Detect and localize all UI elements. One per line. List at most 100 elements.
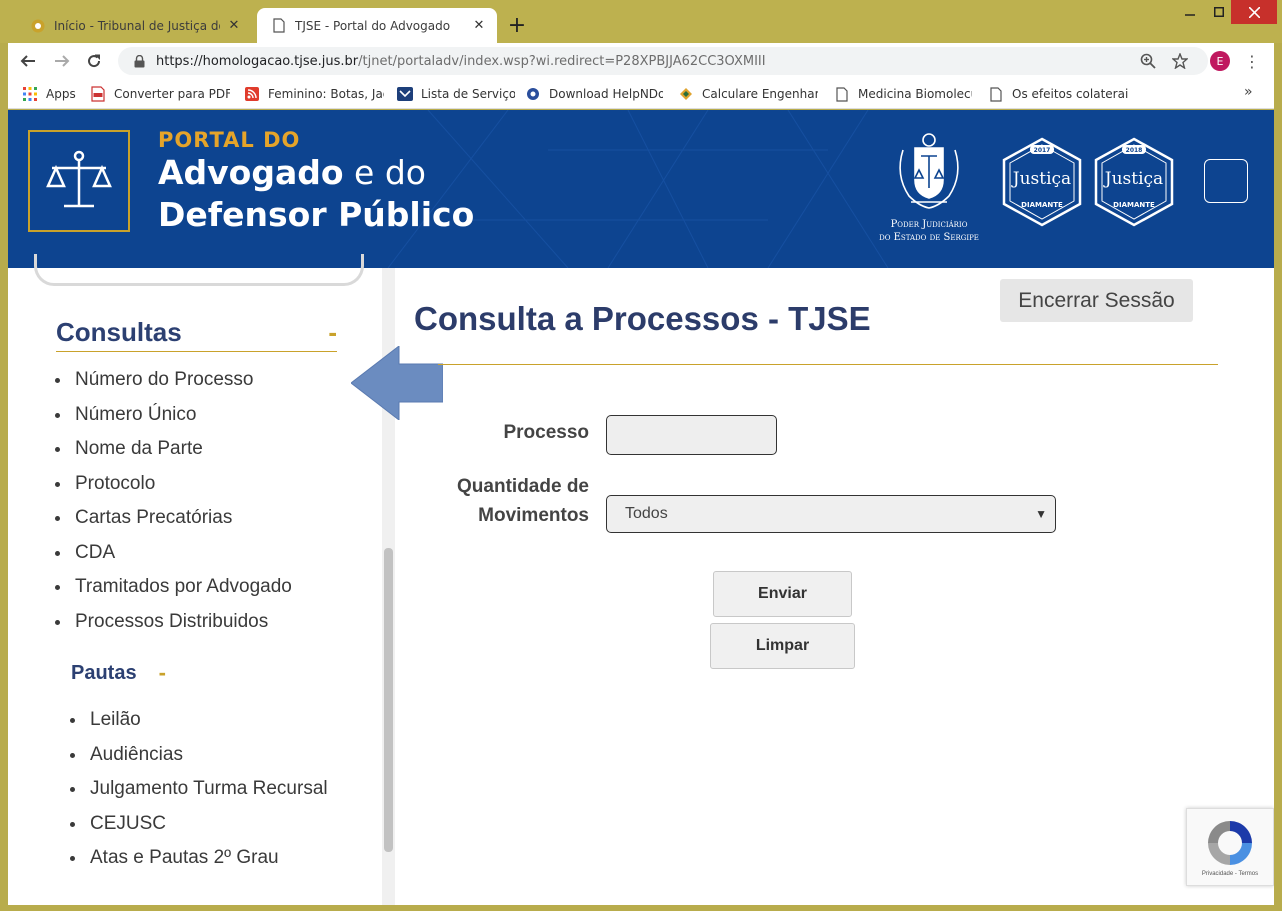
sidebar-scrollbar-thumb[interactable] xyxy=(384,548,393,852)
reload-icon[interactable] xyxy=(82,49,106,73)
tj-caption: Poder Judiciário do Estado de Sergipe xyxy=(879,218,979,244)
tab-portal-advogado[interactable]: TJSE - Portal do Advogado ✕ xyxy=(257,8,497,43)
sidebar-item-protocolo[interactable]: Protocolo xyxy=(55,467,292,502)
hamburger-menu-button[interactable] xyxy=(1204,159,1248,203)
profile-avatar[interactable]: E xyxy=(1210,51,1230,71)
address-bar[interactable]: https://homologacao.tjse.jus.br/tjnet/po… xyxy=(118,47,1208,75)
tj-sergipe-emblem: Poder Judiciário do Estado de Sergipe xyxy=(874,130,984,245)
rss-icon xyxy=(244,86,260,102)
sidebar-item-atas-pautas-2-grau[interactable]: Atas e Pautas 2º Grau xyxy=(70,841,328,876)
pointer-arrow-icon xyxy=(351,346,443,420)
bookmark-helpndoc[interactable]: Download HelpNDoc xyxy=(525,84,663,104)
sidebar-item-cda[interactable]: CDA xyxy=(55,536,292,571)
sidebar-item-cejusc[interactable]: CEJUSC xyxy=(70,807,328,842)
tab-close-icon[interactable]: ✕ xyxy=(471,18,487,34)
seal-year: 2018 xyxy=(1126,147,1143,154)
bookmark-converter-pdf[interactable]: Converter para PDF – xyxy=(90,84,230,104)
processo-label: Processo xyxy=(503,422,589,443)
page-icon xyxy=(834,86,850,102)
pautas-section-header[interactable]: Pautas - xyxy=(71,660,166,686)
brand-line-2: Advogado e do xyxy=(158,152,474,194)
recaptcha-icon xyxy=(1208,821,1252,865)
tribunal-favicon-icon xyxy=(30,18,46,34)
helpndoc-icon xyxy=(525,86,541,102)
sidebar-search-edge xyxy=(34,254,364,286)
back-arrow-icon[interactable] xyxy=(16,49,40,73)
zoom-icon[interactable] xyxy=(1136,49,1160,73)
tab-title: TJSE - Portal do Advogado xyxy=(295,18,451,33)
pautas-collapse-toggle[interactable]: - xyxy=(159,660,166,686)
quantidade-movimentos-label: Quantidade de Movimentos xyxy=(428,472,589,530)
lock-icon xyxy=(132,54,146,68)
recaptcha-badge[interactable]: Privacidade - Termos xyxy=(1186,808,1274,886)
bookmark-label: Os efeitos colaterais xyxy=(1012,87,1128,101)
logout-button[interactable]: Encerrar Sessão xyxy=(1000,279,1193,322)
pautas-list: Leilão Audiências Julgamento Turma Recur… xyxy=(70,703,328,876)
services-icon xyxy=(397,86,413,102)
bookmark-medicina[interactable]: Medicina Biomolecul xyxy=(834,84,972,104)
brand-line-1: PORTAL DO xyxy=(158,128,301,152)
recaptcha-terms[interactable]: Privacidade - Termos xyxy=(1202,871,1258,877)
bookmarks-bar: Apps Converter para PDF – Feminino: Bota… xyxy=(8,79,1274,109)
pdf-icon xyxy=(90,86,106,102)
bookmark-label: Medicina Biomolecul xyxy=(858,87,972,101)
consultas-title: Consultas xyxy=(56,317,182,347)
seal-text: Justiça xyxy=(1103,169,1163,189)
browser-menu-icon[interactable]: ⋮ xyxy=(1242,49,1262,73)
bookmarks-overflow-icon[interactable]: » xyxy=(1244,84,1253,100)
sidebar-item-julgamento-turma-recursal[interactable]: Julgamento Turma Recursal xyxy=(70,772,328,807)
bookmark-feminino[interactable]: Feminino: Botas, Jaqu xyxy=(244,84,384,104)
bookmark-lista-servicos[interactable]: Lista de Serviços xyxy=(397,84,515,104)
quantidade-movimentos-select[interactable]: Todos ▼ xyxy=(606,495,1056,533)
sidebar-item-leilao[interactable]: Leilão xyxy=(70,703,328,738)
browser-toolbar: https://homologacao.tjse.jus.br/tjnet/po… xyxy=(8,43,1274,79)
bookmark-label: Download HelpNDoc xyxy=(549,87,663,101)
bookmark-label: Feminino: Botas, Jaqu xyxy=(268,87,384,101)
consultas-collapse-toggle[interactable]: - xyxy=(328,317,337,348)
bookmark-label: Lista de Serviços xyxy=(421,87,515,101)
quantidade-label-line-2: Movimentos xyxy=(478,505,589,526)
submit-button[interactable]: Enviar xyxy=(713,571,852,617)
tab-title: Início - Tribunal de Justiça do Estado d… xyxy=(54,18,220,33)
clear-button[interactable]: Limpar xyxy=(710,623,855,669)
calculare-icon xyxy=(678,86,694,102)
tab-inicio-tribunal[interactable]: Início - Tribunal de Justiça do Estado d… xyxy=(16,8,252,43)
sidebar-item-audiencias[interactable]: Audiências xyxy=(70,738,328,773)
sidebar: Consultas - Número do Processo Número Ún… xyxy=(8,254,395,905)
apps-grid-icon xyxy=(22,86,38,102)
sidebar-item-numero-processo[interactable]: Número do Processo xyxy=(55,363,292,398)
scales-of-justice-icon xyxy=(46,150,112,208)
tj-caption-line-1: Poder Judiciário xyxy=(890,219,968,230)
bookmark-star-icon[interactable] xyxy=(1168,49,1192,73)
bookmark-efeitos[interactable]: Os efeitos colaterais xyxy=(988,84,1128,104)
page-favicon-icon xyxy=(271,18,287,34)
browser-tab-bar: Início - Tribunal de Justiça do Estado d… xyxy=(0,0,1282,43)
tj-caption-line-2: do Estado de Sergipe xyxy=(879,232,979,243)
new-tab-button[interactable]: + xyxy=(506,12,528,38)
forward-arrow-icon[interactable] xyxy=(50,49,74,73)
seal-sub: DIAMANTE xyxy=(1021,201,1063,209)
bookmark-label: Calculare Engenharia xyxy=(702,87,818,101)
pautas-title: Pautas xyxy=(71,661,137,684)
coat-of-arms-icon xyxy=(899,133,959,209)
scales-logo xyxy=(28,130,130,232)
sidebar-item-cartas-precatorias[interactable]: Cartas Precatórias xyxy=(55,501,292,536)
bookmark-calculare[interactable]: Calculare Engenharia xyxy=(678,84,818,104)
url-text: https://homologacao.tjse.jus.br/tjnet/po… xyxy=(156,54,1208,69)
window-close-icon[interactable] xyxy=(1231,0,1277,24)
tab-close-icon[interactable]: ✕ xyxy=(226,18,242,34)
web-page: PORTAL DO Advogado e do Defensor Público… xyxy=(8,110,1274,905)
title-divider xyxy=(438,364,1218,365)
sidebar-item-nome-parte[interactable]: Nome da Parte xyxy=(55,432,292,467)
consultas-section-header[interactable]: Consultas - xyxy=(56,314,337,352)
brand-e-do: e do xyxy=(343,153,426,192)
sidebar-item-tramitados-advogado[interactable]: Tramitados por Advogado xyxy=(55,570,292,605)
processo-input[interactable] xyxy=(606,415,777,455)
portal-banner: PORTAL DO Advogado e do Defensor Público… xyxy=(8,110,1274,268)
page-icon xyxy=(988,86,1004,102)
bookmark-label: Converter para PDF – xyxy=(114,87,230,101)
sidebar-item-processos-distribuidos[interactable]: Processos Distribuidos xyxy=(55,605,292,640)
sidebar-item-numero-unico[interactable]: Número Único xyxy=(55,398,292,433)
bookmark-apps[interactable]: Apps xyxy=(22,84,84,104)
bookmark-label: Apps xyxy=(46,87,76,101)
